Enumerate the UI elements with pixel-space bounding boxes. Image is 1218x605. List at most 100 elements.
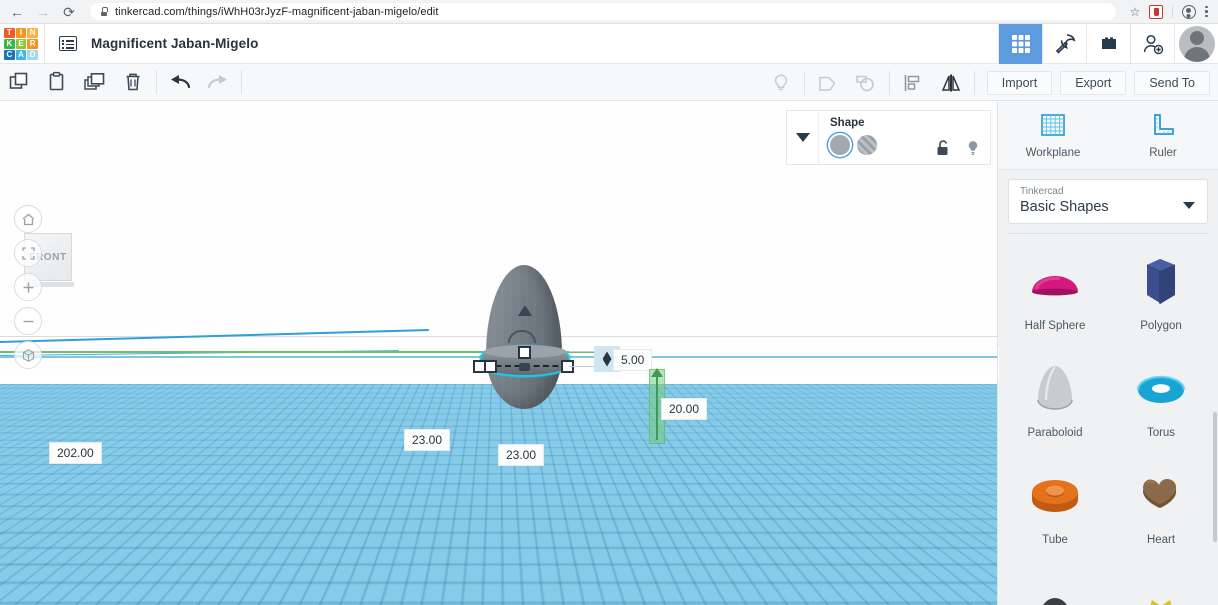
- project-menu-icon[interactable]: [59, 36, 77, 51]
- shape-item-heart[interactable]: Heart: [1108, 456, 1214, 563]
- reload-button[interactable]: ⟳: [60, 3, 78, 21]
- profile-avatar-icon[interactable]: [1182, 4, 1197, 19]
- shape-label: Polygon: [1140, 320, 1182, 332]
- plus-icon: [23, 282, 33, 292]
- kebab-menu-icon[interactable]: [1205, 5, 1208, 18]
- measure-height-value[interactable]: 5.00: [613, 349, 653, 371]
- delete-button[interactable]: [114, 64, 152, 101]
- inspector-collapse-button[interactable]: [787, 111, 819, 164]
- half-sphere-icon: [1025, 252, 1085, 312]
- star-icon[interactable]: ☆: [1130, 5, 1141, 19]
- object-shadow: [455, 424, 565, 446]
- toolbar-right-group: Import Export Send To: [762, 64, 1210, 101]
- heart-icon: [1131, 466, 1191, 526]
- send-to-button[interactable]: Send To: [1134, 70, 1210, 95]
- paste-button[interactable]: [38, 64, 76, 101]
- lego-brick-icon: [1101, 37, 1116, 49]
- invite-button[interactable]: [1130, 24, 1174, 64]
- forward-button[interactable]: →: [34, 3, 52, 21]
- designs-grid-button[interactable]: [998, 24, 1042, 64]
- vertical-arrow-head-icon[interactable]: [651, 368, 663, 377]
- vertical-arrow-stem: [656, 374, 658, 440]
- home-view-button[interactable]: [14, 205, 42, 233]
- center-handle[interactable]: [519, 363, 530, 371]
- logo-tile-t: T: [4, 27, 15, 38]
- align-icon: [904, 74, 920, 91]
- zoom-in-button[interactable]: [14, 273, 42, 301]
- extension-icon[interactable]: [1149, 4, 1164, 19]
- ruler-tool-label: Ruler: [1149, 147, 1177, 159]
- mirror-button[interactable]: [932, 64, 970, 101]
- shape-library-dropdown[interactable]: Tinkercad Basic Shapes: [1008, 179, 1208, 224]
- shape-label: Heart: [1146, 534, 1176, 546]
- address-bar[interactable]: tinkercad.com/things/iWhH03rJyzF-magnifi…: [90, 3, 1116, 20]
- resize-handle-top[interactable]: [518, 346, 531, 359]
- back-button[interactable]: ←: [8, 3, 26, 21]
- copy-button[interactable]: [0, 64, 38, 101]
- shape-item-partial-star[interactable]: [1108, 563, 1214, 605]
- move-up-arrow-icon[interactable]: [518, 305, 532, 316]
- zoom-out-button[interactable]: [14, 307, 42, 335]
- shapes-panel: ❯ Workplane Rule: [997, 102, 1218, 605]
- export-button[interactable]: Export: [1060, 70, 1127, 95]
- app-header: T I N K E R C A D Magnificent Jaban-Mige…: [0, 23, 1218, 64]
- avatar[interactable]: [1174, 24, 1218, 64]
- shape-item-tube[interactable]: Tube: [1002, 456, 1108, 563]
- 3d-viewport[interactable]: 5.00 20.00 23.00 23.00 202.00 FRONT: [0, 102, 997, 605]
- shape-item-torus[interactable]: Torus: [1108, 349, 1214, 456]
- logo-tile-n: N: [27, 27, 38, 38]
- undo-button[interactable]: [161, 64, 199, 101]
- fit-view-button[interactable]: [14, 239, 42, 267]
- pickaxe-icon: [1055, 34, 1075, 54]
- shape-item-polygon[interactable]: Polygon: [1108, 242, 1214, 349]
- resize-handle-left-inner[interactable]: [484, 360, 497, 373]
- header-actions: [998, 24, 1218, 64]
- hole-swatch-button[interactable]: [857, 135, 877, 155]
- measure-width-left[interactable]: 23.00: [404, 429, 451, 451]
- align-button[interactable]: [894, 64, 932, 101]
- group-button[interactable]: [809, 64, 847, 101]
- inspector-body: Shape: [819, 111, 990, 164]
- measure-workplane-extent[interactable]: 202.00: [49, 442, 102, 464]
- star-shape-icon: [1131, 573, 1191, 605]
- caret-down-icon: [1183, 201, 1195, 209]
- measure-vertical-value[interactable]: 20.00: [661, 398, 708, 420]
- panel-tools: Workplane Ruler: [998, 102, 1218, 170]
- shape-item-paraboloid[interactable]: Paraboloid: [1002, 349, 1108, 456]
- measure-width-front[interactable]: 23.00: [498, 444, 545, 466]
- browser-action-icons: ☆: [1130, 4, 1210, 19]
- shape-item-partial-dark[interactable]: [1002, 563, 1108, 605]
- tube-icon: [1025, 466, 1085, 526]
- shape-label: Half Sphere: [1024, 320, 1086, 332]
- redo-arrow-icon: [207, 75, 227, 89]
- user-avatar-image: [1178, 26, 1215, 62]
- lock-icon: [100, 7, 108, 16]
- tinkercad-logo[interactable]: T I N K E R C A D: [4, 27, 38, 60]
- logo-tile-k: K: [4, 38, 15, 49]
- clipboard-icon: [49, 71, 64, 91]
- divider: [44, 23, 45, 64]
- redo-button[interactable]: [199, 64, 237, 101]
- duplicate-button[interactable]: [76, 64, 114, 101]
- ungroup-button[interactable]: [847, 64, 885, 101]
- workplane-grid-icon: [1041, 114, 1065, 136]
- shape-library-grid: Half Sphere Polygon Paraboloid Torus Tub…: [998, 234, 1218, 605]
- lightbulb-icon: [774, 73, 787, 90]
- import-button[interactable]: Import: [986, 70, 1053, 95]
- minecraft-button[interactable]: [1042, 24, 1086, 64]
- solid-swatch-button[interactable]: [830, 135, 850, 155]
- shape-item-half-sphere[interactable]: Half Sphere: [1002, 242, 1108, 349]
- leader-line-bottom: [569, 366, 595, 367]
- trash-icon: [126, 73, 140, 91]
- panel-collapse-tab[interactable]: ❯: [998, 345, 999, 381]
- panel-scrollbar[interactable]: [1213, 412, 1217, 542]
- ruler-tool[interactable]: Ruler: [1108, 102, 1218, 169]
- workplane-tool[interactable]: Workplane: [998, 102, 1108, 169]
- perspective-toggle-button[interactable]: [14, 341, 42, 369]
- light-button[interactable]: [762, 64, 800, 101]
- editor-toolbar: Import Export Send To: [0, 64, 1218, 101]
- add-person-icon: [1143, 34, 1163, 55]
- divider: [156, 70, 157, 94]
- divider: [888, 70, 890, 95]
- blocks-button[interactable]: [1086, 24, 1130, 64]
